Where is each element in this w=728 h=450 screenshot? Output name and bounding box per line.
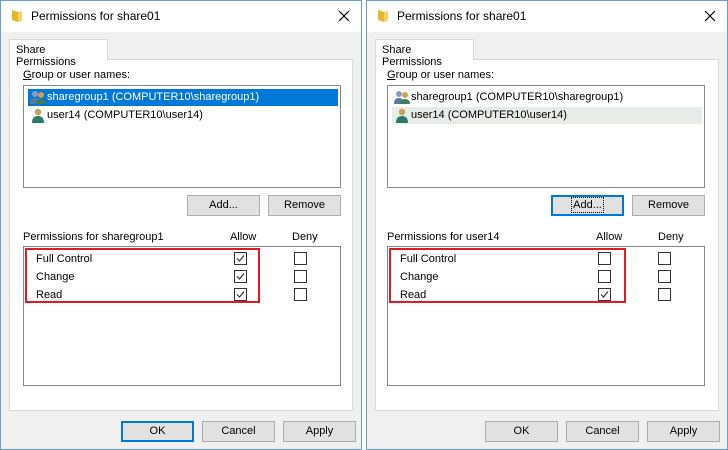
group-label-text: roup or user names: bbox=[31, 69, 130, 81]
permissions-list: Full Control Change Read bbox=[23, 246, 341, 386]
tab-share-permissions[interactable]: Share Permissions bbox=[375, 39, 474, 68]
allow-checkbox-full-control[interactable] bbox=[234, 252, 247, 265]
allow-header: Allow bbox=[230, 231, 257, 243]
perm-row-change: Change bbox=[388, 269, 704, 287]
list-item-label: user14 (COMPUTER10\user14) bbox=[47, 109, 203, 121]
group-icon bbox=[30, 91, 46, 104]
remove-button-label: Remove bbox=[284, 199, 325, 211]
group-label: Group or user names: bbox=[387, 69, 494, 81]
close-icon bbox=[338, 10, 350, 22]
close-icon bbox=[704, 10, 716, 22]
deny-header: Deny bbox=[658, 231, 684, 243]
perm-row-full-control: Full Control bbox=[24, 251, 340, 269]
perm-row-read: Read bbox=[388, 287, 704, 305]
permissions-list: Full Control Change Read bbox=[387, 246, 705, 386]
allow-checkbox-read[interactable] bbox=[234, 288, 247, 301]
add-button-label: Add... bbox=[209, 199, 238, 211]
cancel-button-label: Cancel bbox=[221, 425, 256, 437]
title-bar[interactable]: Permissions for share01 bbox=[367, 1, 727, 32]
perm-name: Change bbox=[36, 271, 75, 283]
deny-checkbox-full-control[interactable] bbox=[294, 252, 307, 265]
deny-checkbox-read[interactable] bbox=[658, 288, 671, 301]
user-listbox[interactable]: sharegroup1 (COMPUTER10\sharegroup1) use… bbox=[23, 85, 341, 188]
deny-checkbox-full-control[interactable] bbox=[658, 252, 671, 265]
ok-button[interactable]: OK bbox=[121, 421, 194, 442]
remove-button[interactable]: Remove bbox=[632, 195, 705, 216]
ok-button-label: OK bbox=[149, 425, 166, 437]
perm-row-change: Change bbox=[24, 269, 340, 287]
tab-label: Share Permissions bbox=[382, 44, 442, 68]
close-button[interactable] bbox=[693, 1, 727, 32]
list-item-label: sharegroup1 (COMPUTER10\sharegroup1) bbox=[47, 91, 260, 103]
permissions-dialog-left: Permissions for share01 Share Permission… bbox=[0, 0, 362, 450]
dialog-title: Permissions for share01 bbox=[397, 9, 527, 23]
deny-checkbox-change[interactable] bbox=[658, 270, 671, 283]
perm-name: Full Control bbox=[400, 253, 457, 265]
user-listbox[interactable]: sharegroup1 (COMPUTER10\sharegroup1) use… bbox=[387, 85, 705, 188]
perm-row-full-control: Full Control bbox=[388, 251, 704, 269]
list-item-label: user14 (COMPUTER10\user14) bbox=[411, 109, 567, 121]
check-icon bbox=[600, 291, 609, 298]
allow-checkbox-change[interactable] bbox=[234, 270, 247, 283]
apply-button-label: Apply bbox=[669, 425, 698, 437]
ok-button-label: OK bbox=[513, 425, 530, 437]
list-item-sharegroup1[interactable]: sharegroup1 (COMPUTER10\sharegroup1) bbox=[28, 89, 338, 106]
cancel-button[interactable]: Cancel bbox=[202, 421, 275, 442]
remove-button[interactable]: Remove bbox=[268, 195, 341, 216]
permissions-label: Permissions for sharegroup1 bbox=[23, 231, 164, 243]
remove-button-label: Remove bbox=[648, 199, 689, 211]
check-icon bbox=[236, 255, 245, 262]
user-icon bbox=[32, 108, 44, 123]
list-item-sharegroup1[interactable]: sharegroup1 (COMPUTER10\sharegroup1) bbox=[392, 89, 702, 106]
allow-checkbox-read[interactable] bbox=[598, 288, 611, 301]
perm-name: Read bbox=[36, 289, 63, 301]
apply-button[interactable]: Apply bbox=[647, 421, 720, 442]
deny-checkbox-change[interactable] bbox=[294, 270, 307, 283]
permissions-dialog-right: Permissions for share01 Share Permission… bbox=[366, 0, 728, 450]
close-button[interactable] bbox=[327, 1, 361, 32]
tab-label: Share Permissions bbox=[16, 44, 76, 68]
deny-header: Deny bbox=[292, 231, 318, 243]
add-button[interactable]: Add... bbox=[187, 195, 260, 216]
check-icon bbox=[236, 291, 245, 298]
deny-checkbox-read[interactable] bbox=[294, 288, 307, 301]
cancel-button-label: Cancel bbox=[585, 425, 620, 437]
folder-icon bbox=[378, 10, 388, 22]
add-button-label: Add... bbox=[571, 197, 604, 213]
user-icon bbox=[396, 108, 408, 123]
allow-checkbox-full-control[interactable] bbox=[598, 252, 611, 265]
list-item-user14[interactable]: user14 (COMPUTER10\user14) bbox=[28, 107, 338, 124]
perm-name: Read bbox=[400, 289, 427, 301]
permissions-label: Permissions for user14 bbox=[387, 231, 500, 243]
add-button[interactable]: Add... bbox=[551, 195, 624, 216]
title-bar[interactable]: Permissions for share01 bbox=[1, 1, 361, 32]
dialog-title: Permissions for share01 bbox=[31, 9, 161, 23]
apply-button[interactable]: Apply bbox=[283, 421, 356, 442]
check-icon bbox=[236, 273, 245, 280]
allow-checkbox-change[interactable] bbox=[598, 270, 611, 283]
cancel-button[interactable]: Cancel bbox=[566, 421, 639, 442]
folder-icon bbox=[12, 10, 22, 22]
group-icon bbox=[394, 91, 410, 104]
list-item-label: sharegroup1 (COMPUTER10\sharegroup1) bbox=[411, 91, 624, 103]
allow-header: Allow bbox=[596, 231, 623, 243]
group-label-text: roup or user names: bbox=[395, 69, 494, 81]
perm-row-read: Read bbox=[24, 287, 340, 305]
tab-share-permissions[interactable]: Share Permissions bbox=[9, 39, 108, 68]
group-label: Group or user names: bbox=[23, 69, 130, 81]
apply-button-label: Apply bbox=[305, 425, 334, 437]
ok-button[interactable]: OK bbox=[485, 421, 558, 442]
perm-name: Change bbox=[400, 271, 439, 283]
perm-name: Full Control bbox=[36, 253, 93, 265]
list-item-user14[interactable]: user14 (COMPUTER10\user14) bbox=[392, 107, 702, 124]
